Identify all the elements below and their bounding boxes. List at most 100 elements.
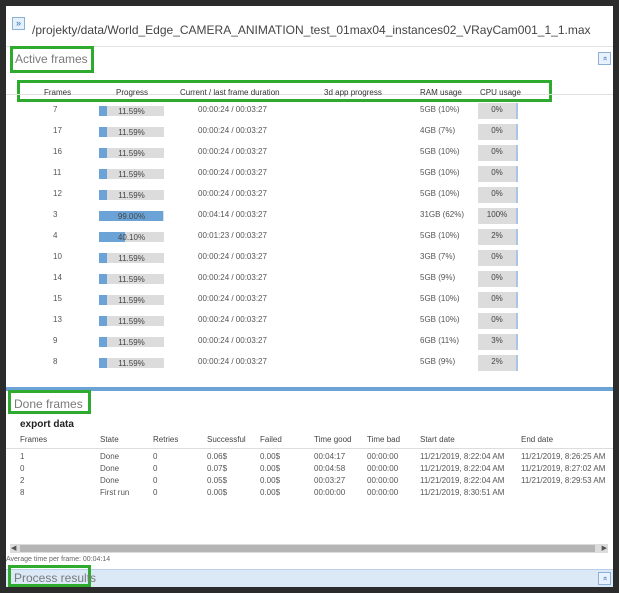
column-header[interactable]: Current / last frame duration — [180, 88, 280, 97]
frame-number: 14 — [53, 273, 62, 282]
cpu-usage: 0% — [478, 292, 518, 308]
frame-number: 11 — [53, 168, 62, 177]
cell-successful: 0.06$ — [207, 452, 228, 461]
frame-duration: 00:00:24 / 00:03:27 — [198, 315, 267, 324]
cell-successful: 0.00$ — [207, 488, 228, 497]
table-row[interactable]: 2 Done 0 0.05$ 0.00$ 00:03:27 00:00:00 11/21/20… — [6, 475, 613, 487]
progress-bar: 11.59% — [99, 274, 164, 284]
progress-label: 11.59% — [118, 359, 145, 368]
table-row[interactable]: 0 Done 0 0.07$ 0.00$ 00:04:58 00:00:00 11/21/20… — [6, 463, 613, 475]
cell-start: 11/21/2019, 8:22:04 AM — [420, 452, 505, 461]
cell-state: Done — [100, 464, 120, 473]
cell-start: 11/21/2019, 8:22:04 AM — [420, 464, 505, 473]
cell-retries: 0 — [153, 464, 158, 473]
table-row[interactable]: 8 11.59% 00:00:24 / 00:03:27 5GB (9%) 2% — [6, 353, 613, 374]
expand-icon[interactable]: » — [12, 17, 25, 30]
column-header[interactable]: End date — [521, 435, 553, 444]
frame-number: 9 — [53, 336, 58, 345]
collapse-process-icon[interactable]: « — [598, 572, 611, 585]
column-header[interactable]: Frames — [20, 435, 47, 444]
cell-state: Done — [100, 476, 120, 485]
progress-label: 11.59% — [118, 191, 145, 200]
column-header[interactable]: Frames — [44, 88, 71, 97]
frame-number: 12 — [53, 189, 62, 198]
cell-time-bad: 00:00:00 — [367, 476, 399, 485]
column-header[interactable]: Successful — [207, 435, 246, 444]
table-row[interactable]: 16 11.59% 00:00:24 / 00:03:27 5GB (10%) 0% — [6, 143, 613, 164]
ram-usage: 4GB (7%) — [420, 126, 456, 135]
cell-frames: 1 — [20, 452, 25, 461]
cell-failed: 0.00$ — [260, 452, 281, 461]
cell-successful: 0.07$ — [207, 464, 228, 473]
scene-file-path: /projekty/data/World_Edge_CAMERA_ANIMATI… — [32, 23, 591, 37]
ram-usage: 5GB (10%) — [420, 147, 460, 156]
column-header[interactable]: Time bad — [367, 435, 400, 444]
table-row[interactable]: 1 Done 0 0.06$ 0.00$ 00:04:17 00:00:00 11/21/20… — [6, 451, 613, 463]
column-header[interactable]: Progress — [116, 88, 148, 97]
frame-number: 10 — [53, 252, 62, 261]
progress-bar: 11.59% — [99, 127, 164, 137]
frame-number: 16 — [53, 147, 62, 156]
cell-time-good: 00:00:00 — [314, 488, 346, 497]
table-row[interactable]: 12 11.59% 00:00:24 / 00:03:27 5GB (10%) 0% — [6, 185, 613, 206]
frame-duration: 00:00:24 / 00:03:27 — [198, 336, 267, 345]
table-row[interactable]: 13 11.59% 00:00:24 / 00:03:27 5GB (10%) 0% — [6, 311, 613, 332]
frame-duration: 00:00:24 / 00:03:27 — [198, 105, 267, 114]
table-row[interactable]: 11 11.59% 00:00:24 / 00:03:27 5GB (10%) 0% — [6, 164, 613, 185]
cpu-usage: 2% — [478, 355, 518, 371]
horizontal-scrollbar[interactable]: ◀ ▶ — [10, 544, 608, 553]
ram-usage: 5GB (10%) — [420, 315, 460, 324]
cell-end: 11/21/2019, 8:26:25 AM — [521, 452, 606, 461]
process-results-title[interactable]: Process results — [14, 571, 96, 585]
cell-successful: 0.05$ — [207, 476, 228, 485]
scroll-left-icon[interactable]: ◀ — [11, 544, 16, 552]
ram-usage: 5GB (10%) — [420, 105, 460, 114]
column-header[interactable]: Failed — [260, 435, 282, 444]
progress-bar: 11.59% — [99, 295, 164, 305]
frame-duration: 00:00:24 / 00:03:27 — [198, 126, 267, 135]
table-row[interactable]: 3 99.00% 00:04:14 / 00:03:27 31GB (62%) 100% — [6, 206, 613, 227]
progress-bar: 11.59% — [99, 358, 164, 368]
column-header[interactable]: State — [100, 435, 119, 444]
done-header-line — [6, 448, 613, 449]
table-row[interactable]: 15 11.59% 00:00:24 / 00:03:27 5GB (10%) 0% — [6, 290, 613, 311]
cell-retries: 0 — [153, 452, 158, 461]
frame-number: 3 — [53, 210, 58, 219]
table-row[interactable]: 10 11.59% 00:00:24 / 00:03:27 3GB (7%) 0% — [6, 248, 613, 269]
column-header[interactable]: CPU usage — [480, 88, 521, 97]
table-row[interactable]: 4 40.10% 00:01:23 / 00:03:27 5GB (10%) 2% — [6, 227, 613, 248]
column-header[interactable]: Time good — [314, 435, 352, 444]
cell-frames: 2 — [20, 476, 25, 485]
active-frames-title[interactable]: Active frames — [15, 52, 88, 66]
table-row[interactable]: 7 11.59% 00:00:24 / 00:03:27 5GB (10%) 0% — [6, 101, 613, 122]
column-header[interactable]: RAM usage — [420, 88, 462, 97]
progress-bar: 11.59% — [99, 106, 164, 116]
frame-duration: 00:00:24 / 00:03:27 — [198, 168, 267, 177]
table-row[interactable]: 9 11.59% 00:00:24 / 00:03:27 6GB (11%) 3% — [6, 332, 613, 353]
cpu-usage: 0% — [478, 187, 518, 203]
scrollbar-thumb[interactable] — [20, 545, 595, 552]
column-header[interactable]: Retries — [153, 435, 178, 444]
average-time-text: Average time per frame: 00:04:14 — [6, 556, 111, 563]
ram-usage: 6GB (11%) — [420, 336, 459, 345]
frame-number: 7 — [53, 105, 58, 114]
table-row[interactable]: 17 11.59% 00:00:24 / 00:03:27 4GB (7%) 0% — [6, 122, 613, 143]
cpu-usage: 0% — [478, 103, 518, 119]
table-row[interactable]: 8 First run 0 0.00$ 0.00$ 00:00:00 00:00:00 11/… — [6, 487, 613, 499]
cpu-usage: 0% — [478, 271, 518, 287]
done-frames-title[interactable]: Done frames — [14, 397, 83, 411]
scroll-right-icon[interactable]: ▶ — [602, 544, 607, 552]
cell-state: First run — [100, 488, 130, 497]
table-row[interactable]: 14 11.59% 00:00:24 / 00:03:27 5GB (9%) 0% — [6, 269, 613, 290]
progress-bar: 11.59% — [99, 169, 164, 179]
frame-number: 4 — [53, 231, 58, 240]
cpu-usage: 0% — [478, 166, 518, 182]
cell-retries: 0 — [153, 488, 158, 497]
progress-label: 11.59% — [118, 317, 145, 326]
process-results-bar[interactable] — [6, 569, 613, 587]
frame-number: 13 — [53, 315, 62, 324]
column-header[interactable]: Start date — [420, 435, 455, 444]
column-header[interactable]: 3d app progress — [324, 88, 382, 97]
collapse-active-icon[interactable]: « — [598, 52, 611, 65]
frame-number: 17 — [53, 126, 62, 135]
